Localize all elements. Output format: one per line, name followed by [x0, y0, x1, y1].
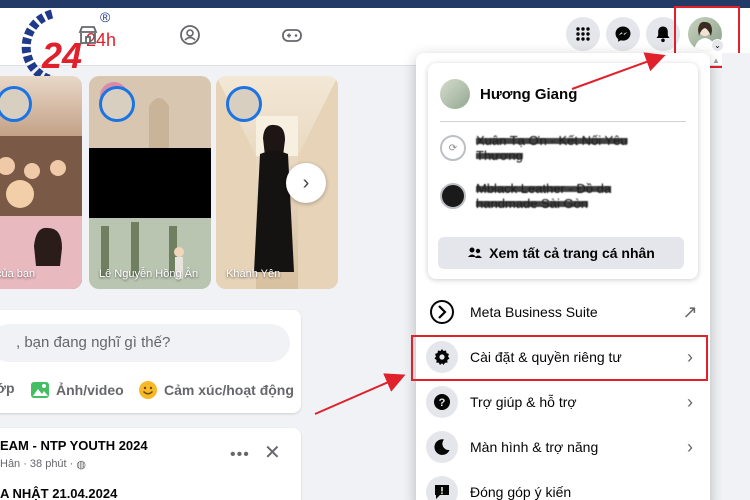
menu-item-label: Trợ giúp & hỗ trợ — [470, 394, 577, 410]
page-name: Mblack Leather - Đồ da handmade Sài Gòn — [476, 181, 612, 211]
story-name: Khánh Yên — [226, 268, 281, 280]
divider — [440, 121, 686, 122]
switch-profile-icon: ⟳ — [440, 135, 466, 161]
story-name: của bạn — [0, 268, 36, 280]
avatar — [440, 79, 470, 109]
chevron-right-icon: › — [687, 391, 693, 412]
story-avatar — [99, 86, 135, 122]
scroll-up-icon[interactable]: ▲ — [712, 56, 722, 66]
story-photo — [0, 136, 82, 289]
external-link-icon: ↗ — [682, 301, 698, 322]
feeling-activity-button[interactable]: Cảm xúc/hoạt động — [138, 380, 294, 400]
menu-grid-icon — [576, 27, 590, 41]
svg-text:24: 24 — [41, 35, 82, 76]
messenger-button[interactable] — [606, 17, 640, 51]
page-switch-item[interactable]: Mblack Leather - Đồ da handmade Sài Gòn — [440, 181, 636, 211]
feedback-icon — [426, 476, 458, 500]
meta-business-icon — [426, 296, 458, 328]
menu-item-help-support[interactable]: ? Trợ giúp & hỗ trợ › — [426, 383, 700, 421]
post-author[interactable]: Hân — [0, 458, 20, 471]
messenger-icon — [615, 26, 631, 42]
composer-action-label: ớp — [0, 380, 15, 396]
arrow-to-settings — [314, 373, 406, 415]
menu-grid-button[interactable] — [566, 17, 600, 51]
story-card[interactable]: của bạn — [0, 76, 82, 289]
photo-icon — [31, 382, 49, 398]
globe-icon: ◍ — [76, 459, 86, 471]
scrollbar-gutter — [722, 53, 750, 500]
switch-profile-icon — [440, 183, 466, 209]
menu-item-label: Meta Business Suite — [470, 304, 598, 320]
help-icon: ? — [426, 386, 458, 418]
gaming-icon[interactable] — [281, 24, 303, 46]
post-body: A NHẬT 21.04.2024 — [0, 486, 118, 500]
photo-video-button[interactable]: Ảnh/video — [30, 380, 124, 400]
story-avatar — [226, 86, 262, 122]
moon-icon — [426, 431, 458, 463]
menu-item-give-feedback[interactable]: Đóng góp ý kiến — [426, 473, 700, 500]
account-menu: Hương Giang ⟳ Xuân Tạ Ơn - Kết Nối Yêu T… — [416, 53, 710, 500]
composer-input[interactable]: , bạn đang nghĩ gì thế? — [0, 324, 290, 362]
see-all-label: Xem tất cả trang cá nhân — [489, 245, 655, 261]
story-name: Lê Nguyễn Hồng Ân — [99, 268, 199, 280]
feeling-activity-label: Cảm xúc/hoạt động — [164, 382, 294, 398]
profile-name: Hương Giang — [480, 85, 578, 103]
menu-item-meta-business-suite[interactable]: Meta Business Suite ↗ — [426, 293, 700, 331]
composer-card: , bạn đang nghĩ gì thế? ớp Ảnh/video Cảm… — [0, 310, 301, 413]
menu-item-display-accessibility[interactable]: Màn hình & trợ năng › — [426, 428, 700, 466]
stories-next-button[interactable]: › — [286, 163, 326, 203]
profiles-card: Hương Giang ⟳ Xuân Tạ Ơn - Kết Nối Yêu T… — [428, 63, 698, 279]
groups-icon[interactable] — [179, 24, 201, 46]
profiles-icon — [468, 247, 483, 258]
highlight-settings-box — [411, 335, 708, 381]
story-card[interactable]: Lê Nguyễn Hồng Ân — [89, 76, 211, 289]
see-all-profiles-button[interactable]: Xem tất cả trang cá nhân — [438, 237, 684, 269]
menu-item-label: Đóng góp ý kiến — [470, 484, 572, 500]
notifications-icon — [656, 26, 670, 43]
marketplace-icon[interactable] — [77, 24, 99, 46]
svg-text:?: ? — [439, 397, 446, 409]
post-title[interactable]: EAM - NTP YOUTH 2024 — [0, 438, 148, 453]
photo-video-label: Ảnh/video — [56, 382, 124, 398]
chevron-right-icon: › — [687, 436, 693, 457]
page-name: Xuân Tạ Ơn - Kết Nối Yêu Thương — [476, 133, 628, 163]
close-icon[interactable]: ✕ — [264, 440, 281, 465]
more-options-icon[interactable]: ••• — [230, 446, 250, 464]
composer-action[interactable]: ớp — [0, 380, 15, 396]
post-card: EAM - NTP YOUTH 2024 Hân · 38 phút · ◍ •… — [0, 428, 301, 500]
site-logo: 24 24h ® — [21, 9, 116, 85]
chevron-right-icon: › — [302, 171, 310, 194]
post-meta: Hân · 38 phút · ◍ — [0, 458, 86, 471]
current-profile[interactable]: Hương Giang — [440, 79, 577, 109]
menu-item-label: Màn hình & trợ năng — [470, 439, 599, 455]
registered-mark: ® — [100, 9, 111, 25]
page-switch-item[interactable]: ⟳ Xuân Tạ Ơn - Kết Nối Yêu Thương — [440, 133, 636, 163]
post-time[interactable]: · 38 phút · — [23, 458, 73, 471]
feeling-icon — [139, 381, 157, 399]
